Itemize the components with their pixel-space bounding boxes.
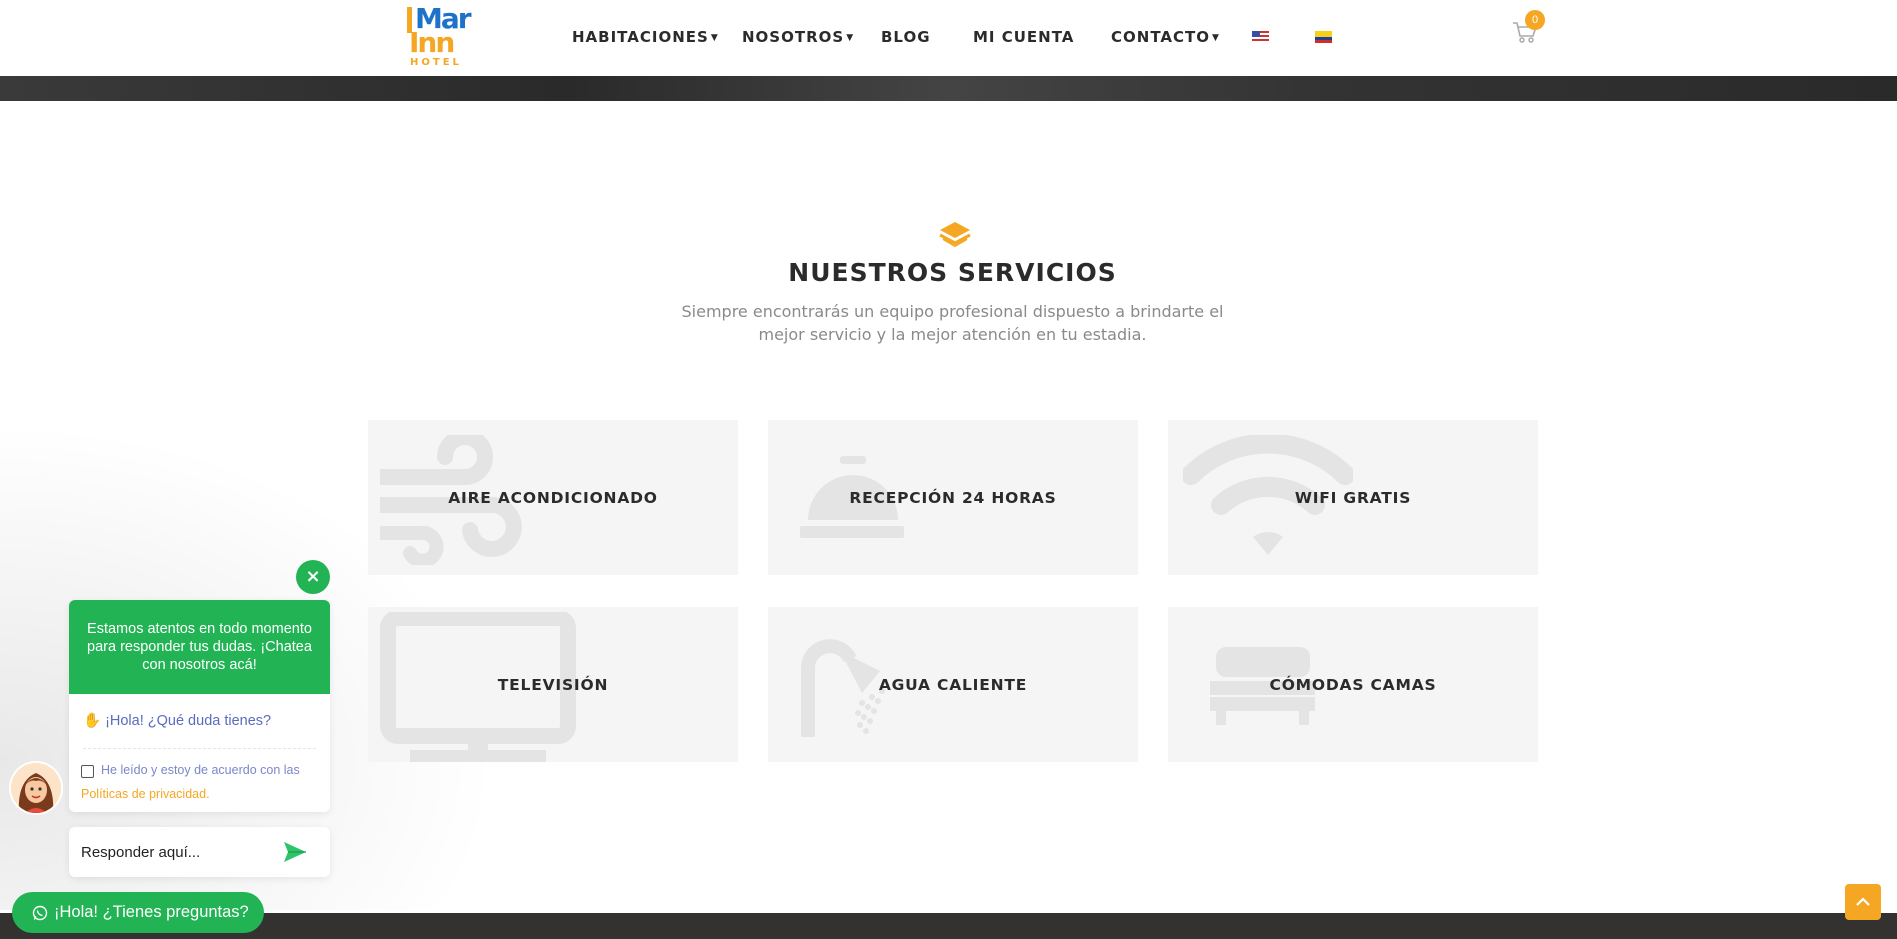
service-label: RECEPCIÓN 24 HORAS xyxy=(849,488,1057,507)
waving-hand-icon: ✋ xyxy=(83,713,102,729)
site-header: Mar Inn HOTEL HABITACIONES ▼ NOSOTROS ▼ BL… xyxy=(0,0,1897,76)
nav-label: MI CUENTA xyxy=(973,28,1075,46)
service-label: WIFI GRATIS xyxy=(1294,488,1412,507)
nav-label: NOSOTROS xyxy=(742,28,845,46)
service-card-television: TELEVISIÓN xyxy=(368,607,738,762)
language-english-flag-icon[interactable] xyxy=(1252,31,1269,43)
chat-reply-box xyxy=(69,827,330,877)
chat-greeting-text: ¡Hola! ¿Qué duda tienes? xyxy=(105,713,272,729)
whatsapp-icon xyxy=(32,905,48,920)
language-spanish-flag-icon[interactable] xyxy=(1315,31,1332,43)
chat-launcher-button[interactable]: ¡Hola! ¿Tienes preguntas? xyxy=(12,892,264,933)
chat-agent-avatar xyxy=(11,763,61,813)
chat-header-message: Estamos atentos en todo momento para res… xyxy=(69,600,330,694)
nav-label: HABITACIONES xyxy=(572,28,709,46)
nav-label: BLOG xyxy=(881,28,931,46)
hotel-logo[interactable]: Mar Inn HOTEL xyxy=(407,5,475,69)
privacy-consent-checkbox[interactable] xyxy=(81,765,94,778)
service-card-aire: AIRE ACONDICIONADO xyxy=(368,420,738,575)
services-subtitle: Siempre encontrarás un equipo profesiona… xyxy=(681,302,1224,344)
nav-item-nosotros[interactable]: NOSOTROS ▼ xyxy=(742,28,854,48)
chat-divider xyxy=(83,748,316,749)
services-title: NUESTROS SERVICIOS xyxy=(788,258,1117,287)
service-card-agua-caliente: AGUA CALIENTE xyxy=(768,607,1138,762)
chevron-up-icon xyxy=(1856,897,1870,906)
service-label: TELEVISIÓN xyxy=(497,675,609,694)
send-icon[interactable] xyxy=(283,841,307,863)
back-to-top-button[interactable] xyxy=(1845,884,1881,920)
chevron-down-icon: ▼ xyxy=(846,33,855,43)
layers-icon xyxy=(939,222,971,248)
chevron-down-icon: ▼ xyxy=(1211,33,1220,43)
nav-item-contacto[interactable]: CONTACTO ▼ xyxy=(1111,28,1220,48)
logo-line-3: HOTEL xyxy=(410,57,462,68)
logo-line-2: Inn xyxy=(409,26,455,59)
privacy-consent-text: He leído y estoy de acuerdo con las xyxy=(101,763,300,777)
chat-reply-input[interactable] xyxy=(81,839,271,865)
chat-greeting: ✋ ¡Hola! ¿Qué duda tienes? xyxy=(83,712,271,729)
nav-item-habitaciones[interactable]: HABITACIONES ▼ xyxy=(572,28,719,48)
hero-image-strip xyxy=(0,76,1897,101)
nav-item-blog[interactable]: BLOG xyxy=(881,28,931,48)
nav-item-mi-cuenta[interactable]: MI CUENTA xyxy=(973,28,1074,48)
service-label: AGUA CALIENTE xyxy=(878,675,1028,694)
service-card-camas: CÓMODAS CAMAS xyxy=(1168,607,1538,762)
service-label: AIRE ACONDICIONADO xyxy=(448,488,658,507)
service-label: CÓMODAS CAMAS xyxy=(1269,675,1437,694)
service-card-recepcion: RECEPCIÓN 24 HORAS xyxy=(768,420,1138,575)
chat-launcher-label: ¡Hola! ¿Tienes preguntas? xyxy=(54,903,249,921)
chat-close-button[interactable]: × xyxy=(296,560,330,594)
site-footer xyxy=(0,913,1897,939)
service-card-wifi: WIFI GRATIS xyxy=(1168,420,1538,575)
agent-avatar-icon xyxy=(11,763,61,813)
cart-count-badge: 0 xyxy=(1525,10,1545,30)
chat-panel: Estamos atentos en todo momento para res… xyxy=(69,600,330,812)
chevron-down-icon: ▼ xyxy=(710,33,719,43)
privacy-policy-link[interactable]: Políticas de privacidad. xyxy=(81,787,210,801)
nav-label: CONTACTO xyxy=(1111,28,1210,46)
